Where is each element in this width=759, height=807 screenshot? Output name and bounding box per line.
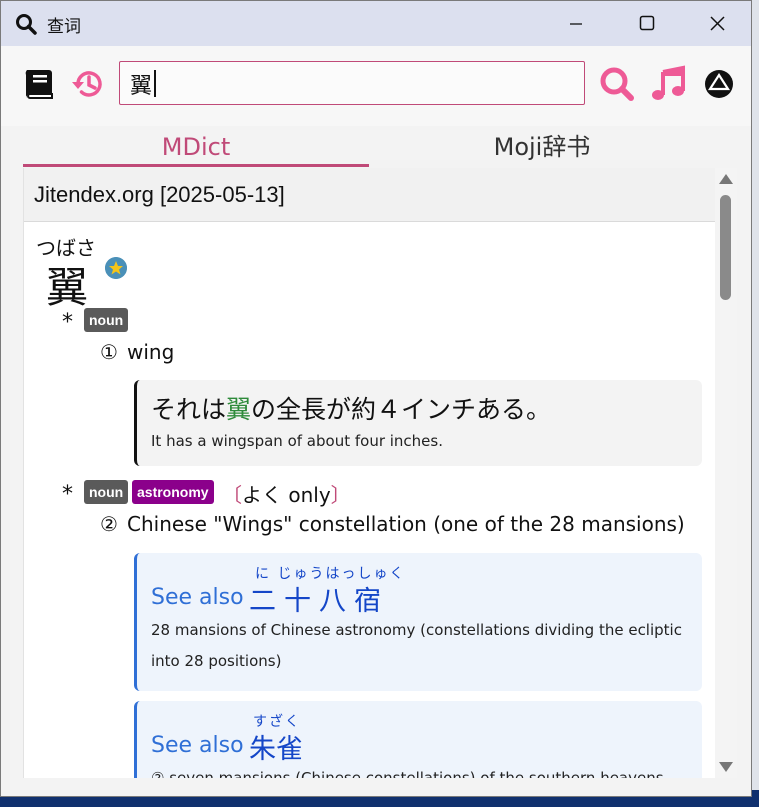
- tab-moji[interactable]: Moji辞书: [369, 126, 715, 168]
- dictionary-header: Jitendex.org [2025-05-13]: [24, 168, 716, 222]
- title-bar: 查词: [1, 1, 751, 46]
- usage-note: 〔よく only〕: [222, 479, 351, 508]
- scrollbar-thumb[interactable]: [720, 195, 731, 300]
- note-text: よく only: [242, 483, 331, 507]
- music-note-icon[interactable]: [649, 64, 689, 104]
- see-also-label: See also: [151, 585, 244, 610]
- sense-bullet: *: [62, 482, 73, 507]
- xref-gloss: 28 mansions of Chinese astronomy (conste…: [151, 621, 682, 670]
- see-also-label: See also: [151, 733, 244, 758]
- maximize-icon: [639, 15, 655, 31]
- headword: 翼: [46, 263, 89, 312]
- minimize-icon: [570, 23, 582, 25]
- example-sentence: それは翼の全長が約４インチある。 It has a wingspan of ab…: [134, 380, 702, 466]
- example-text-after: の全長が約４インチある。: [251, 395, 552, 424]
- dictionary-tabs: MDict Moji辞书: [23, 126, 715, 168]
- active-tab-indicator: [23, 164, 369, 167]
- scroll-up-arrow-icon[interactable]: [719, 174, 733, 184]
- see-also-box: See also に じゅうはっしゅく 二十八宿 28 mansions of …: [134, 553, 702, 691]
- search-box[interactable]: [119, 61, 585, 105]
- pos-tag-noun: noun: [84, 480, 129, 504]
- book-icon[interactable]: [19, 64, 59, 104]
- example-text-before: それは: [151, 395, 227, 424]
- xref-word-link[interactable]: 二十八宿: [249, 579, 389, 618]
- toolbar: [1, 46, 751, 126]
- note-bracket-close: 〕: [330, 483, 351, 507]
- sense-number: ①: [100, 340, 118, 364]
- vertical-scrollbar[interactable]: [715, 168, 737, 778]
- maximize-button[interactable]: [611, 1, 681, 46]
- scroll-down-arrow-icon[interactable]: [719, 762, 733, 772]
- search-icon: [16, 14, 37, 35]
- lookup-window: 查词 翼 MDict Moji辞书 Jitendex.org [2025-05-…: [0, 0, 752, 797]
- tab-mdict[interactable]: MDict: [23, 126, 369, 168]
- sense-number: ②: [100, 512, 118, 536]
- example-english: It has a wingspan of about four inches.: [151, 432, 443, 450]
- minimize-button[interactable]: [541, 1, 611, 46]
- dictionary-name: Jitendex.org [2025-05-13]: [34, 182, 285, 207]
- dictionary-content: Jitendex.org [2025-05-13] つばさ 翼 * noun ①…: [23, 168, 716, 778]
- close-button[interactable]: [681, 1, 751, 46]
- star-icon: [105, 257, 127, 279]
- sense-gloss: wing: [127, 340, 175, 364]
- field-tag-astronomy: astronomy: [132, 480, 214, 504]
- close-icon: [710, 16, 725, 31]
- example-japanese: それは翼の全長が約４インチある。: [151, 390, 551, 426]
- xref-word-link[interactable]: 朱雀: [249, 727, 303, 766]
- note-bracket-open: 〔: [222, 483, 242, 507]
- text-caret: [154, 70, 156, 97]
- sense-gloss: Chinese "Wings" constellation (one of th…: [127, 512, 685, 536]
- pos-tag-noun: noun: [84, 308, 129, 332]
- window-title: 查词: [47, 17, 81, 37]
- search-input[interactable]: [128, 68, 572, 100]
- xref-gloss: ② seven mansions (Chinese constellations…: [151, 769, 664, 778]
- up-arrow-icon[interactable]: [701, 66, 741, 106]
- see-also-box: See also すざく 朱雀 ② seven mansions (Chines…: [134, 701, 702, 778]
- example-highlight: 翼: [226, 395, 252, 424]
- desktop-background: [752, 0, 759, 807]
- history-icon[interactable]: [69, 64, 109, 104]
- search-icon[interactable]: [597, 64, 637, 104]
- sense-bullet: *: [62, 310, 73, 335]
